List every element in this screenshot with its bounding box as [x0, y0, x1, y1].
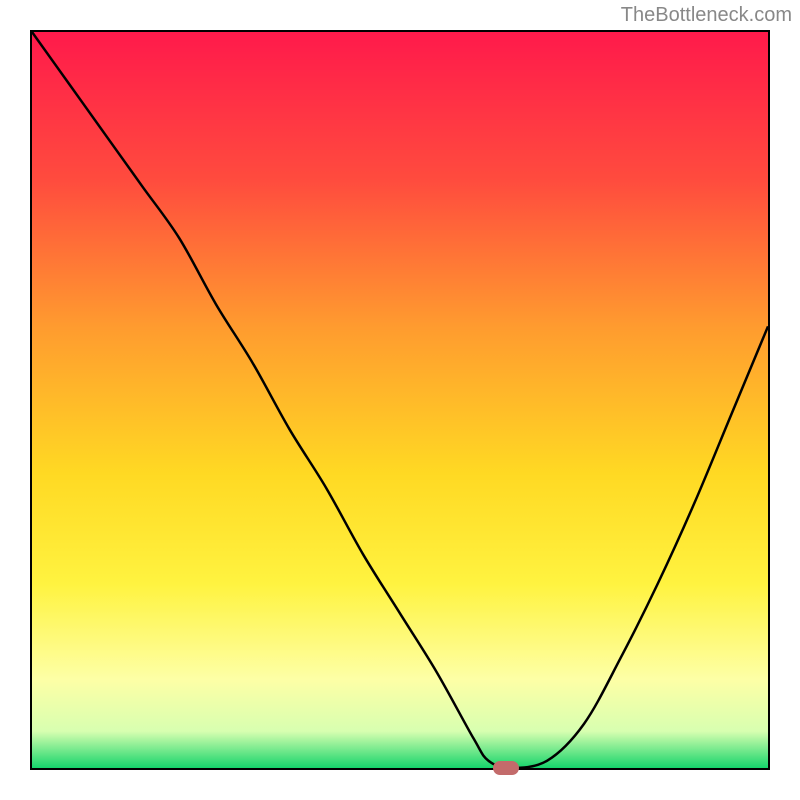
plot-area	[30, 30, 770, 770]
bottleneck-curve-path	[32, 32, 768, 768]
curve-svg	[32, 32, 768, 768]
optimum-marker	[493, 761, 519, 775]
watermark-text: TheBottleneck.com	[621, 4, 792, 27]
chart-container: TheBottleneck.com	[0, 0, 800, 800]
